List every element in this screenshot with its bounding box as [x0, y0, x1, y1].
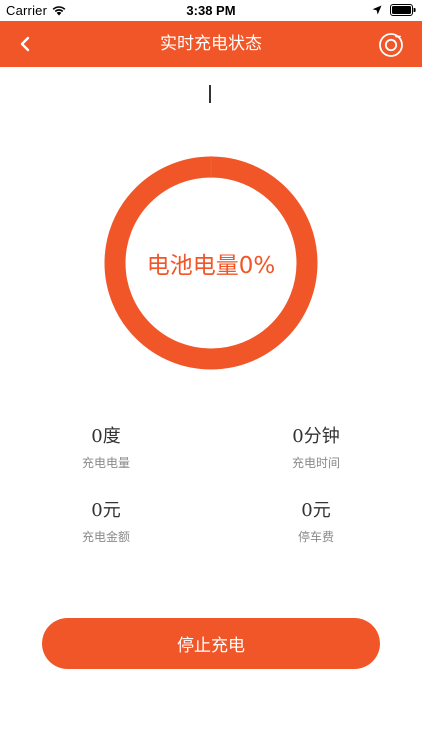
stat-label: 停车费 [297, 530, 334, 544]
battery-icon [390, 4, 416, 16]
page-title: 实时充电状态 [160, 34, 262, 54]
stat-label: 充电时间 [291, 456, 340, 470]
stat-charged-energy: 0度 充电电量 [36, 426, 176, 471]
battery-level-label: 电池电量0% [146, 253, 276, 279]
status-bar: Carrier 3:38 PM [0, 0, 422, 21]
nav-bar: 实时充电状态 [0, 21, 422, 67]
stat-charging-time: 0分钟 充电时间 [246, 426, 386, 471]
text-cursor [209, 85, 211, 103]
charging-status-screen: Carrier 3:38 PM 实时充电状态 电池电量0% 0度 充电电量 0分… [0, 0, 422, 750]
stat-charge-amount: 0元 充电金额 [36, 500, 176, 545]
status-time: 3:38 PM [186, 3, 236, 18]
chevron-left-icon [20, 36, 30, 52]
stat-value: 0分钟 [292, 426, 340, 447]
stat-value: 0度 [91, 426, 121, 447]
stat-parking-fee: 0元 停车费 [246, 500, 386, 545]
back-button[interactable] [10, 29, 40, 59]
stat-label: 充电电量 [81, 456, 130, 470]
stat-value: 0元 [91, 500, 121, 521]
location-arrow-icon [372, 5, 382, 15]
stat-label: 充电金额 [81, 530, 130, 544]
camera-button[interactable] [376, 31, 406, 59]
stat-value: 0元 [301, 500, 331, 521]
stop-charging-button[interactable]: 停止充电 [42, 618, 380, 669]
camera-icon [379, 33, 403, 57]
